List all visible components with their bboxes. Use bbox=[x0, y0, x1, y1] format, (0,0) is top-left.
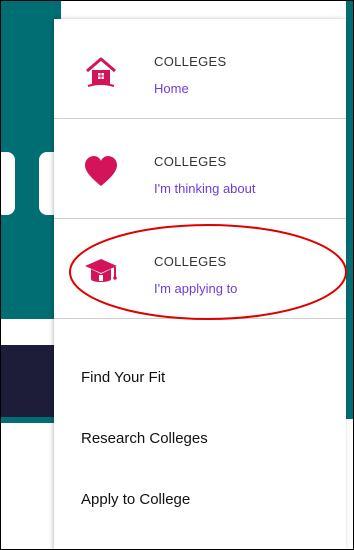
screenshot-frame: COLLEGES Home COLLEGES I'm thinking abou… bbox=[0, 0, 354, 550]
menu-item-link[interactable]: Home bbox=[154, 81, 189, 96]
menu-item-kicker: COLLEGES bbox=[154, 154, 227, 169]
apply-to-college-link[interactable]: Apply to College bbox=[81, 491, 190, 508]
find-your-fit-link[interactable]: Find Your Fit bbox=[81, 369, 165, 386]
page-band bbox=[1, 319, 61, 345]
page-header-background-right bbox=[346, 1, 353, 419]
highlight-annotation bbox=[69, 224, 347, 320]
menu-item-link[interactable]: I'm thinking about bbox=[154, 181, 256, 196]
search-input[interactable] bbox=[1, 152, 15, 215]
heart-icon bbox=[85, 156, 117, 186]
menu-item-colleges-thinking-about[interactable]: COLLEGES I'm thinking about bbox=[54, 119, 346, 219]
page-nav-bar bbox=[1, 345, 61, 417]
house-icon bbox=[86, 57, 116, 87]
menu-item-colleges-home[interactable]: COLLEGES Home bbox=[54, 19, 346, 119]
menu-item-kicker: COLLEGES bbox=[154, 54, 227, 69]
research-colleges-link[interactable]: Research Colleges bbox=[81, 430, 208, 447]
page-content bbox=[1, 423, 61, 549]
